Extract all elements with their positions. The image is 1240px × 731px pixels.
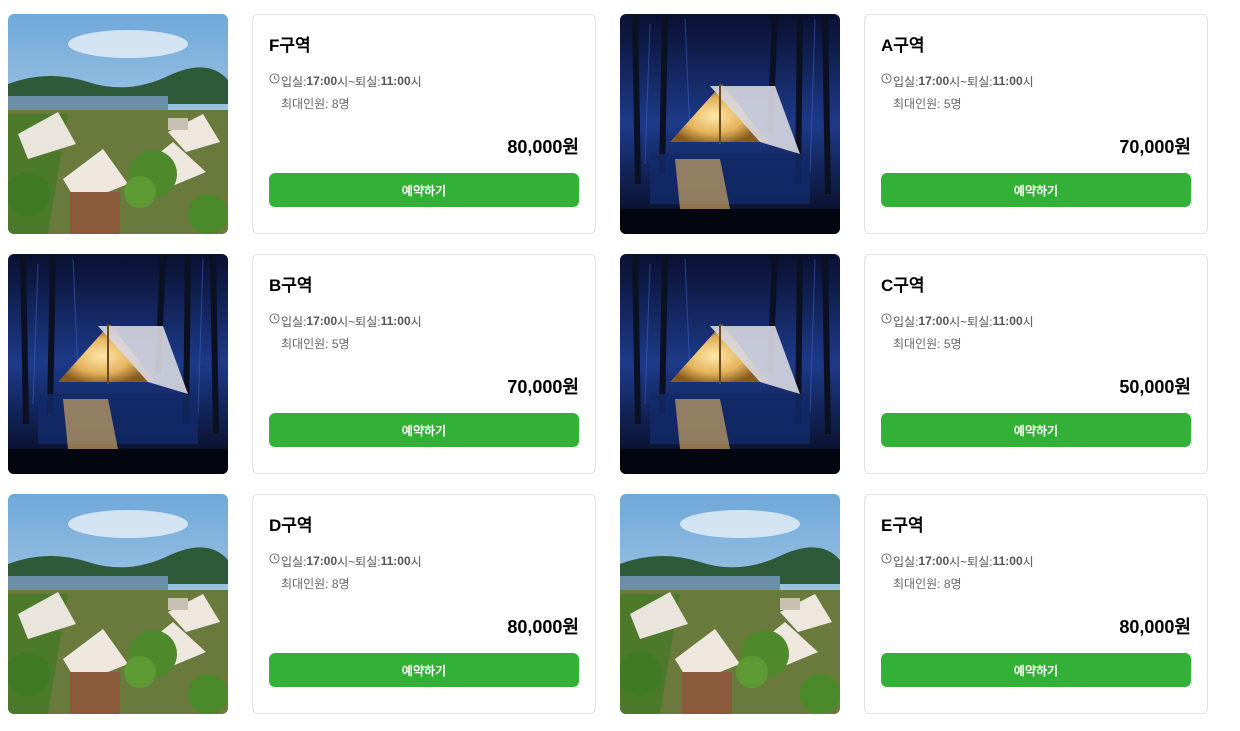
reserve-button[interactable]: 예약하기 xyxy=(881,173,1191,207)
price-text: 50,000원 xyxy=(1119,377,1191,397)
capacity-text: 최대인원: 8명 xyxy=(281,577,350,591)
listing-image[interactable] xyxy=(620,14,840,234)
listing-image[interactable] xyxy=(8,254,228,474)
zone-title: B구역 xyxy=(269,276,313,295)
listing-card-e: E구역 입실: 17:00 시~퇴실: 11:00 시 최대인원: 8명 80,00… xyxy=(864,494,1208,714)
reserve-button[interactable]: 예약하기 xyxy=(269,173,579,207)
listing-image[interactable] xyxy=(620,494,840,714)
listing-card-f: F구역 입실: 17:00 시~퇴실: 11:00 시 최대인원: 8명 80,00… xyxy=(252,14,596,234)
clock-icon xyxy=(881,553,892,564)
listing-card-d: D구역 입실: 17:00 시~퇴실: 11:00 시 최대인원: 8명 80,00… xyxy=(252,494,596,714)
capacity-text: 최대인원: 8명 xyxy=(893,577,962,591)
listing-image[interactable] xyxy=(620,254,840,474)
zone-title: E구역 xyxy=(881,516,924,535)
reserve-button[interactable]: 예약하기 xyxy=(881,653,1191,687)
capacity-text: 최대인원: 5명 xyxy=(893,97,962,111)
price-text: 80,000원 xyxy=(1119,617,1191,637)
reserve-button[interactable]: 예약하기 xyxy=(269,653,579,687)
capacity-text: 최대인원: 5명 xyxy=(281,337,350,351)
capacity-text: 최대인원: 5명 xyxy=(893,337,962,351)
time-info: 입실: 17:00 시~퇴실: 11:00 시 xyxy=(881,313,1191,329)
listing-image[interactable] xyxy=(8,494,228,714)
clock-icon xyxy=(881,73,892,84)
listing-grid: F구역 입실: 17:00 시~퇴실: 11:00 시 최대인원: 8명 80,00… xyxy=(8,14,1208,714)
price-text: 80,000원 xyxy=(507,617,579,637)
reserve-button[interactable]: 예약하기 xyxy=(881,413,1191,447)
price-text: 70,000원 xyxy=(1119,137,1191,157)
listing-card-b: B구역 입실: 17:00 시~퇴실: 11:00 시 최대인원: 5명 70,00… xyxy=(252,254,596,474)
time-info: 입실: 17:00 시~퇴실: 11:00 시 xyxy=(881,73,1191,89)
zone-title: D구역 xyxy=(269,516,313,535)
capacity-text: 최대인원: 8명 xyxy=(281,97,350,111)
zone-title: A구역 xyxy=(881,36,925,55)
clock-icon xyxy=(269,553,280,564)
listing-image[interactable] xyxy=(8,14,228,234)
price-text: 80,000원 xyxy=(507,137,579,157)
time-info: 입실: 17:00 시~퇴실: 11:00 시 xyxy=(269,313,579,329)
clock-icon xyxy=(269,313,280,324)
zone-title: C구역 xyxy=(881,276,925,295)
price-text: 70,000원 xyxy=(507,377,579,397)
zone-title: F구역 xyxy=(269,36,311,55)
listing-card-c: C구역 입실: 17:00 시~퇴실: 11:00 시 최대인원: 5명 50,00… xyxy=(864,254,1208,474)
time-info: 입실: 17:00 시~퇴실: 11:00 시 xyxy=(269,553,579,569)
listing-card-a: A구역 입실: 17:00 시~퇴실: 11:00 시 최대인원: 5명 70,00… xyxy=(864,14,1208,234)
reserve-button[interactable]: 예약하기 xyxy=(269,413,579,447)
time-info: 입실: 17:00 시~퇴실: 11:00 시 xyxy=(269,73,579,89)
clock-icon xyxy=(269,73,280,84)
clock-icon xyxy=(881,313,892,324)
time-info: 입실: 17:00 시~퇴실: 11:00 시 xyxy=(881,553,1191,569)
